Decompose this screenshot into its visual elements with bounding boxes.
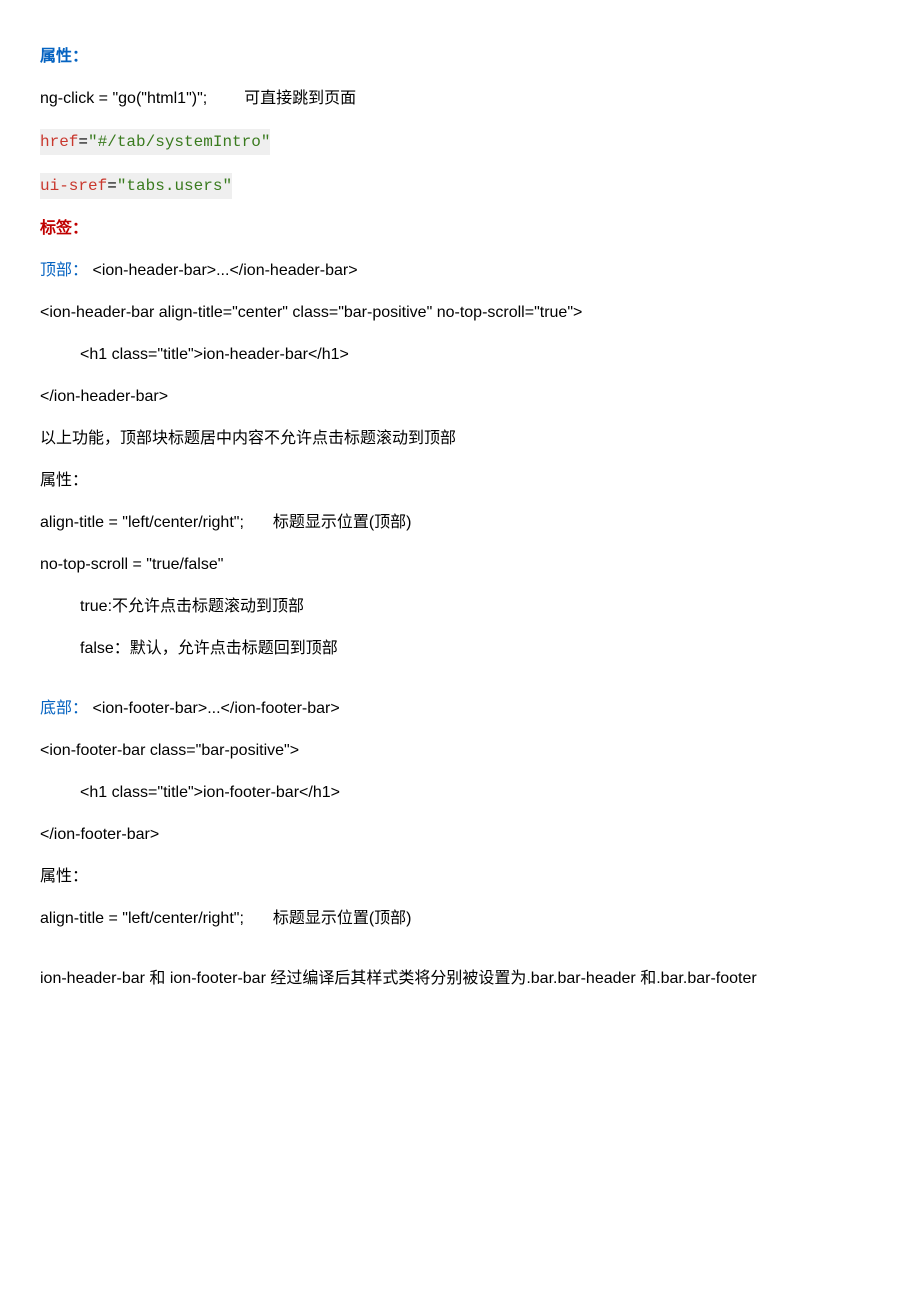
top-tag: <ion-header-bar>...</ion-header-bar> [92,262,357,279]
code-val-uisref: "tabs.users" [117,177,232,195]
align-title-line: align-title = "left/center/right"; 标题显示位… [40,511,880,535]
align-title-desc-2: 标题显示位置(顶部) [273,910,412,927]
bottom-tag: <ion-footer-bar>...</ion-footer-bar> [92,700,339,717]
attr-label-2: 属性： [40,469,880,493]
footer-open: <ion-footer-bar class="bar-positive"> [40,739,880,763]
no-top-true: true:不允许点击标题滚动到顶部 [40,595,880,619]
attr-label-3: 属性： [40,865,880,889]
href-code-line: href="#/tab/systemIntro" [40,129,880,155]
bottom-section-line: 底部： <ion-footer-bar>...</ion-footer-bar> [40,697,880,721]
uisref-code-line: ui-sref="tabs.users" [40,173,880,199]
code-val-href: "#/tab/systemIntro" [88,133,270,151]
header-open: <ion-header-bar align-title="center" cla… [40,301,880,325]
align-title-desc: 标题显示位置(顶部) [273,514,412,531]
align-title-line-2: align-title = "left/center/right"; 标题显示位… [40,907,880,931]
header-close: </ion-header-bar> [40,385,880,409]
ng-click-line: ng-click = "go("html1")"; 可直接跳到页面 [40,87,880,111]
final-note: ion-header-bar 和 ion-footer-bar 经过编译后其样式… [40,967,880,991]
no-top-scroll-line: no-top-scroll = "true/false" [40,553,880,577]
code-attr-uisref: ui-sref [40,177,107,195]
header-desc: 以上功能，顶部块标题居中内容不允许点击标题滚动到顶部 [40,427,880,451]
footer-h1: <h1 class="title">ion-footer-bar</h1> [40,781,880,805]
header-h1: <h1 class="title">ion-header-bar</h1> [40,343,880,367]
code-eq: = [78,133,88,151]
no-top-false: false：默认，允许点击标题回到顶部 [40,637,880,661]
top-section-line: 顶部： <ion-header-bar>...</ion-header-bar> [40,259,880,283]
ng-click-desc: 可直接跳到页面 [244,90,356,107]
section-attributes-heading: 属性： [40,45,880,69]
code-eq2: = [107,177,117,195]
code-attr-href: href [40,133,78,151]
bottom-label: 底部： [40,700,88,717]
ng-click-code: ng-click = "go("html1")"; [40,90,207,107]
footer-close: </ion-footer-bar> [40,823,880,847]
align-title-code-2: align-title = "left/center/right"; [40,910,244,927]
align-title-code: align-title = "left/center/right"; [40,514,244,531]
section-tags-heading: 标签： [40,217,880,241]
top-label: 顶部： [40,262,88,279]
